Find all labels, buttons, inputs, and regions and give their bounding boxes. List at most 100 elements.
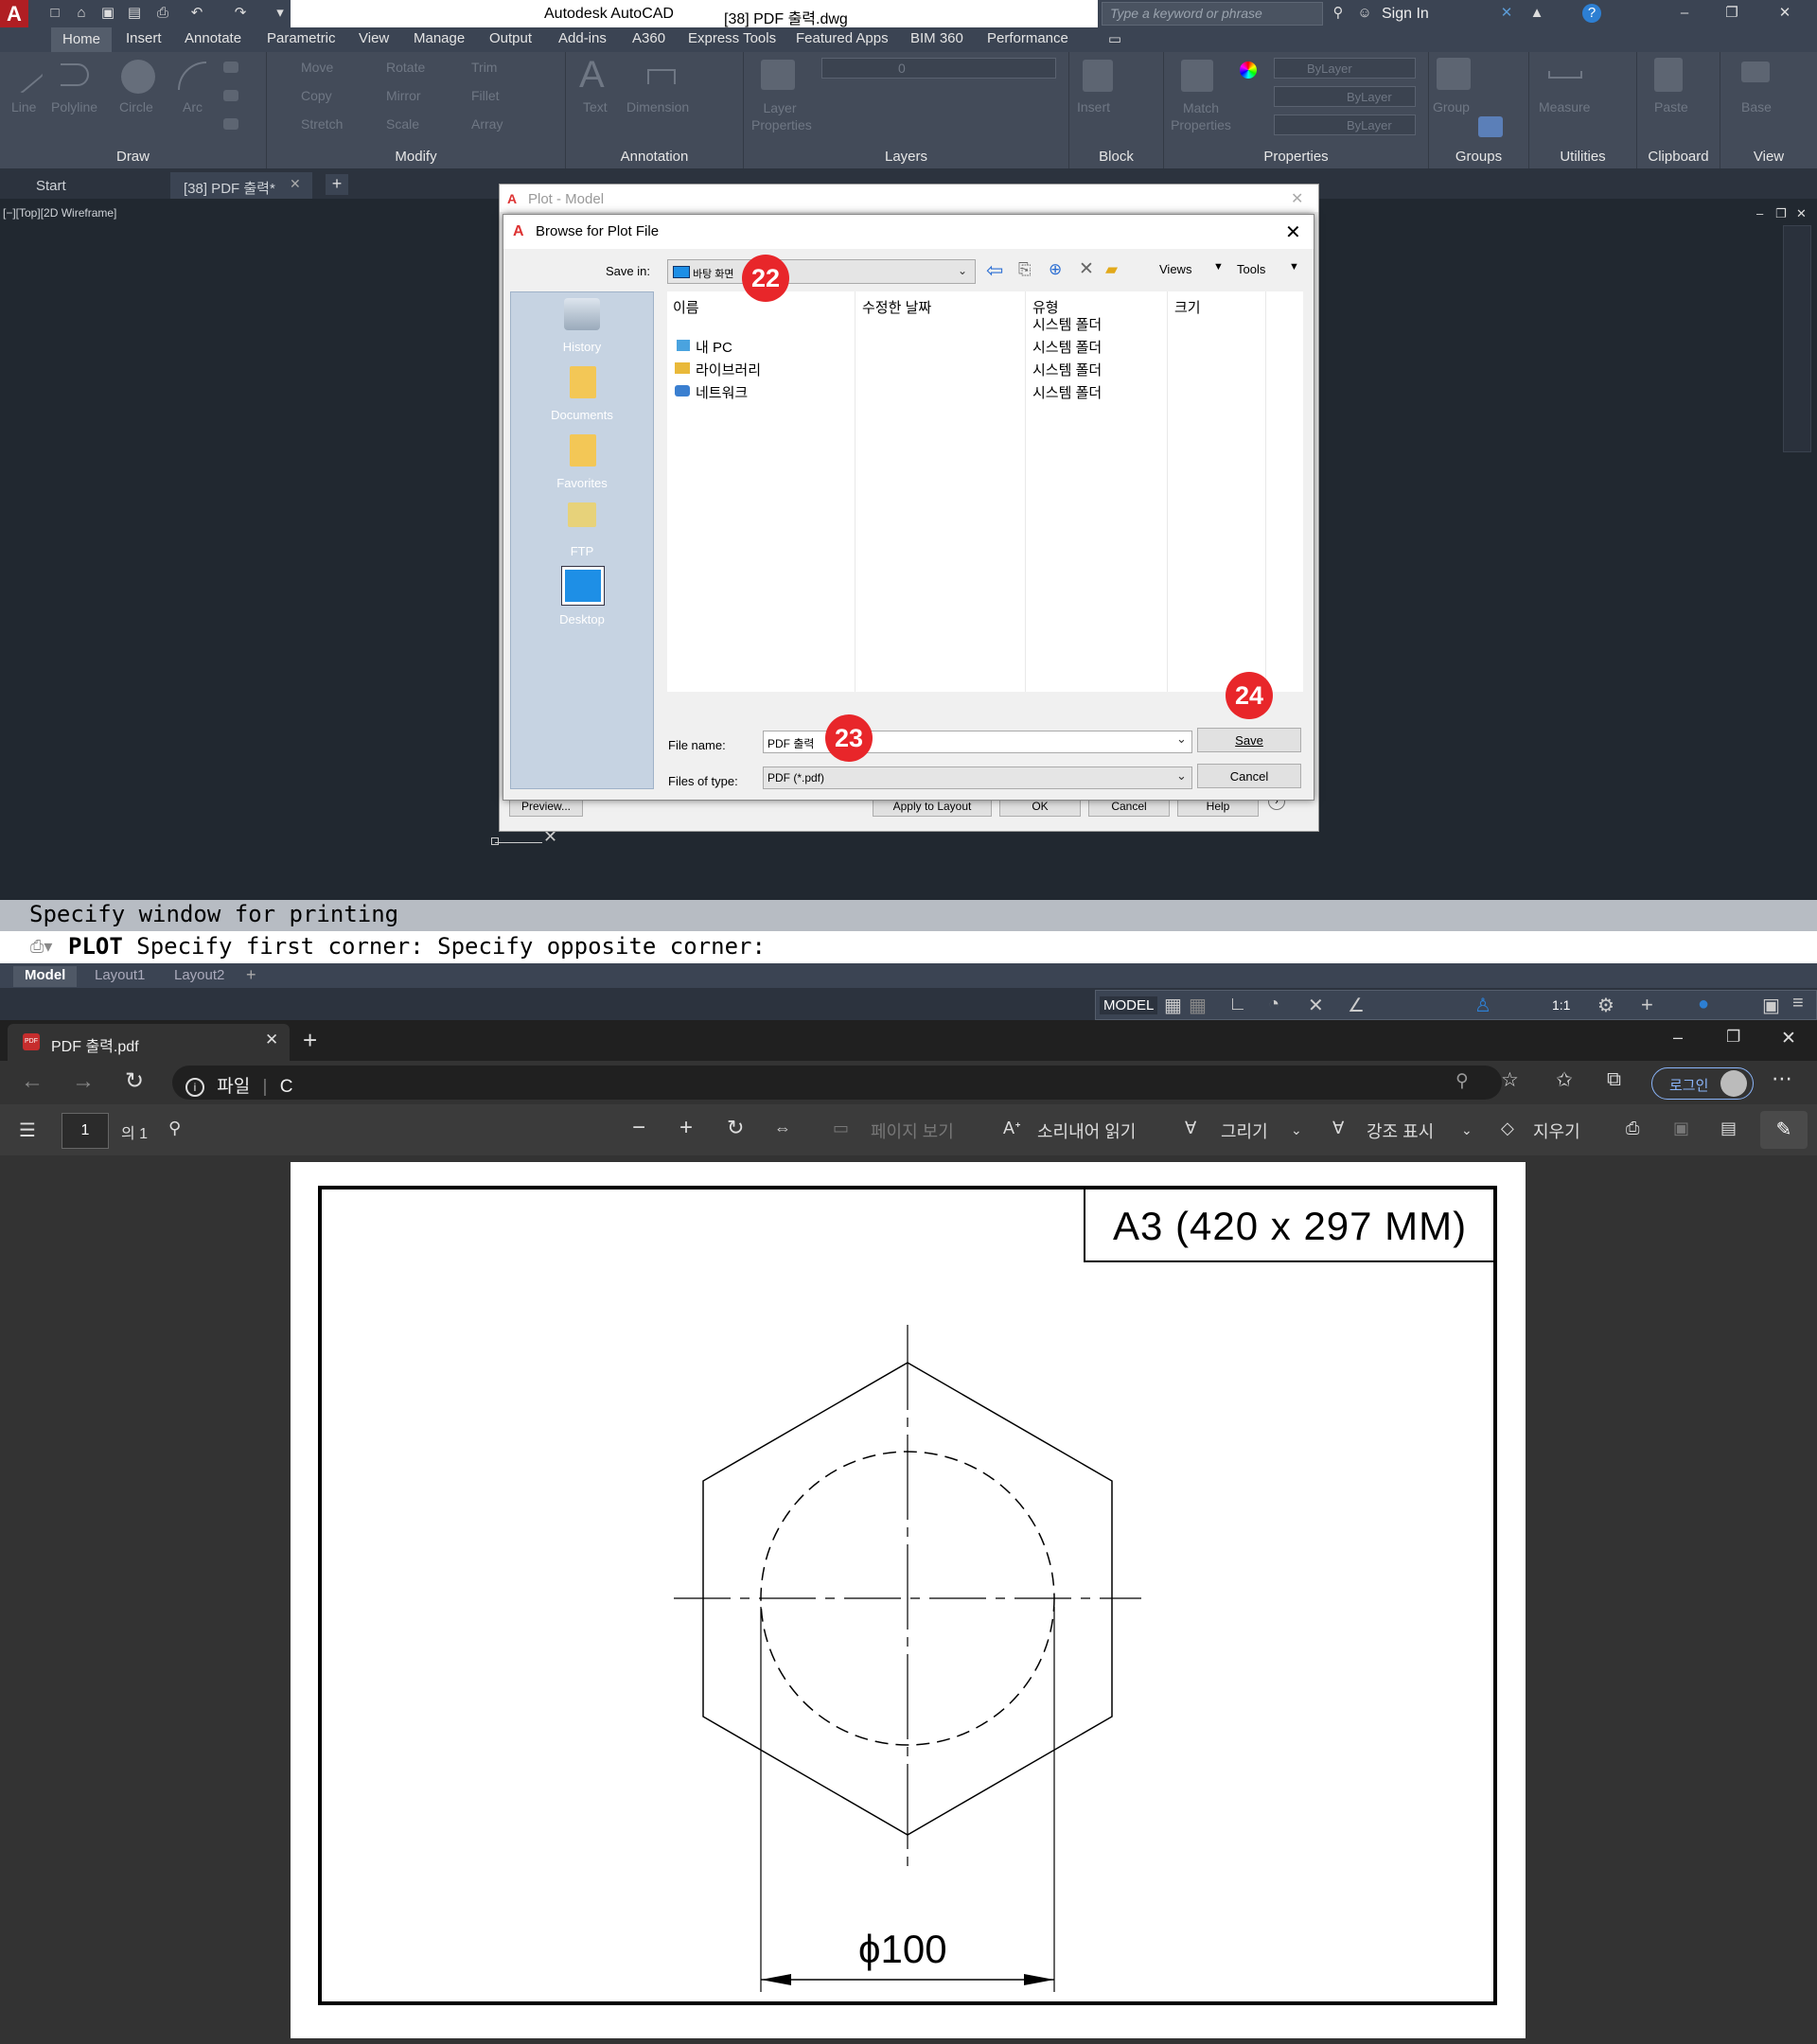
- back-icon[interactable]: ⇦: [986, 258, 1003, 283]
- layer-properties-icon[interactable]: [761, 60, 795, 90]
- scale-button[interactable]: Scale: [386, 116, 419, 132]
- snap-icon[interactable]: ▦: [1189, 994, 1207, 1017]
- tab-home[interactable]: Home: [51, 27, 113, 52]
- tab-output[interactable]: Output: [489, 30, 532, 46]
- copy-button[interactable]: Copy: [301, 88, 332, 103]
- osnap-icon[interactable]: ✕: [1308, 994, 1324, 1017]
- paste-icon[interactable]: [1654, 58, 1683, 92]
- tab-parametric[interactable]: Parametric: [267, 30, 336, 46]
- viewport-minimize-icon[interactable]: –: [1756, 206, 1763, 220]
- measure-icon[interactable]: [1548, 71, 1582, 79]
- color-wheel-icon[interactable]: [1240, 62, 1257, 79]
- address-bar[interactable]: i 파일 | C: [172, 1066, 1502, 1100]
- views-dropdown-icon[interactable]: ▼: [1213, 261, 1224, 273]
- pin-toolbar-icon[interactable]: ✎: [1760, 1111, 1808, 1149]
- redo-icon[interactable]: ↷: [231, 4, 250, 23]
- zoom-in-icon[interactable]: +: [679, 1115, 693, 1141]
- a360-icon[interactable]: ▲: [1527, 4, 1546, 23]
- page-view-button[interactable]: 페이지 보기: [871, 1119, 954, 1143]
- circle-label[interactable]: Circle: [119, 99, 153, 115]
- create-folder-icon[interactable]: ▰: [1105, 260, 1118, 279]
- collections-icon[interactable]: ⧉: [1607, 1068, 1621, 1091]
- tab-model[interactable]: Model: [13, 966, 78, 987]
- workspace-gear-icon[interactable]: ⚙: [1597, 994, 1614, 1017]
- favorites-icon[interactable]: [570, 434, 596, 467]
- print-icon[interactable]: ⎙: [1626, 1119, 1639, 1138]
- list-item[interactable]: 네트워크 시스템 폴더: [667, 382, 1265, 401]
- paste-label[interactable]: Paste: [1654, 99, 1688, 115]
- zoom-out-icon[interactable]: −: [632, 1115, 645, 1141]
- tools-dropdown-icon[interactable]: ▼: [1289, 261, 1299, 273]
- match-properties-icon[interactable]: [1181, 60, 1213, 92]
- minimize-icon[interactable]: –: [1675, 4, 1694, 23]
- erase-button[interactable]: 지우기: [1533, 1119, 1580, 1143]
- tab-layout1[interactable]: Layout1: [83, 966, 156, 987]
- tab-insert[interactable]: Insert: [126, 30, 162, 46]
- file-type-chevron-icon[interactable]: ⌄: [1176, 768, 1187, 784]
- fit-page-icon[interactable]: ⇔: [774, 1119, 791, 1138]
- ribbon-toggle-icon[interactable]: ▭: [1105, 30, 1124, 49]
- lineweight-dropdown[interactable]: ByLayer: [1274, 115, 1416, 135]
- tab-addins[interactable]: Add-ins: [558, 30, 607, 46]
- polyline-icon[interactable]: [61, 63, 89, 86]
- viewport-label[interactable]: [−][Top][2D Wireframe]: [3, 206, 116, 220]
- documents-icon[interactable]: [570, 366, 596, 398]
- draw-button[interactable]: 그리기: [1221, 1119, 1268, 1143]
- viewport-close-icon[interactable]: ✕: [1796, 206, 1807, 221]
- save-icon[interactable]: ▣: [1673, 1119, 1689, 1138]
- browser-tab[interactable]: PDF 출력.pdf: [8, 1024, 290, 1061]
- table-of-contents-icon[interactable]: ☰: [19, 1119, 36, 1142]
- read-aloud-button[interactable]: 소리내어 읽기: [1037, 1119, 1136, 1143]
- up-folder-icon[interactable]: ⎘: [1018, 260, 1032, 279]
- place-ftp[interactable]: FTP: [511, 544, 653, 558]
- page-number-input[interactable]: 1: [62, 1113, 109, 1149]
- command-printer-icon[interactable]: ⎙▾: [30, 937, 52, 957]
- draw-icon[interactable]: ∀: [1185, 1119, 1196, 1138]
- user-icon[interactable]: ☺: [1355, 4, 1374, 23]
- search-input[interactable]: Type a keyword or phrase: [1102, 2, 1323, 26]
- plot-dialog-close-icon[interactable]: ✕: [1291, 189, 1303, 208]
- tab-annotate[interactable]: Annotate: [185, 30, 241, 46]
- help-icon[interactable]: ?: [1582, 4, 1601, 23]
- list-item[interactable]: 라이브러리 시스템 폴더: [667, 360, 1265, 379]
- line-label[interactable]: Line: [11, 99, 36, 115]
- panel-annotation-label[interactable]: Annotation: [566, 149, 743, 165]
- column-divider[interactable]: [1265, 291, 1266, 692]
- insert-label[interactable]: Insert: [1077, 99, 1110, 115]
- search-web-icon[interactable]: ⊕: [1049, 260, 1062, 279]
- add-layout-icon[interactable]: +: [246, 965, 256, 985]
- forward-icon[interactable]: →: [72, 1068, 95, 1095]
- panel-groups-label[interactable]: Groups: [1429, 149, 1528, 165]
- panel-view-label[interactable]: View: [1720, 149, 1817, 165]
- tab-a360[interactable]: A360: [632, 30, 665, 46]
- highlight-dropdown-icon[interactable]: ⌄: [1461, 1122, 1473, 1138]
- match-properties-label[interactable]: Match Properties: [1168, 99, 1234, 133]
- arc-icon[interactable]: [178, 62, 206, 90]
- tab-featured-apps[interactable]: Featured Apps: [796, 30, 889, 46]
- new-tab-icon[interactable]: +: [326, 174, 348, 195]
- print-icon[interactable]: ⎙: [153, 4, 172, 23]
- dimension-icon[interactable]: [647, 69, 676, 84]
- tab-close-icon[interactable]: ✕: [290, 176, 301, 192]
- cancel-button[interactable]: Cancel: [1197, 764, 1301, 788]
- mirror-button[interactable]: Mirror: [386, 88, 421, 103]
- dimension-label[interactable]: Dimension: [626, 99, 689, 115]
- browser-close-icon[interactable]: ✕: [1781, 1028, 1796, 1049]
- saveas-icon[interactable]: ▤: [125, 4, 144, 23]
- add-favorite-icon[interactable]: ☆: [1501, 1068, 1519, 1092]
- save-icon[interactable]: ▣: [98, 4, 117, 23]
- close-icon[interactable]: ✕: [1775, 4, 1794, 23]
- autocad-logo-icon[interactable]: A: [0, 0, 28, 27]
- group-label[interactable]: Group: [1433, 99, 1470, 115]
- navigation-bar[interactable]: [1783, 225, 1811, 452]
- isolate-icon[interactable]: ●: [1698, 994, 1709, 1015]
- command-line-input[interactable]: PLOT Specify first corner: Specify oppos…: [0, 931, 1817, 963]
- new-tab-icon[interactable]: +: [303, 1026, 317, 1055]
- place-favorites[interactable]: Favorites: [511, 476, 653, 490]
- highlight-button[interactable]: 강조 표시: [1367, 1119, 1434, 1143]
- restore-icon[interactable]: ❐: [1722, 4, 1741, 23]
- boundary-icon[interactable]: [223, 118, 238, 130]
- annotation-scale[interactable]: 1:1: [1552, 997, 1570, 1013]
- place-history[interactable]: History: [511, 340, 653, 354]
- trim-button[interactable]: Trim: [471, 60, 497, 75]
